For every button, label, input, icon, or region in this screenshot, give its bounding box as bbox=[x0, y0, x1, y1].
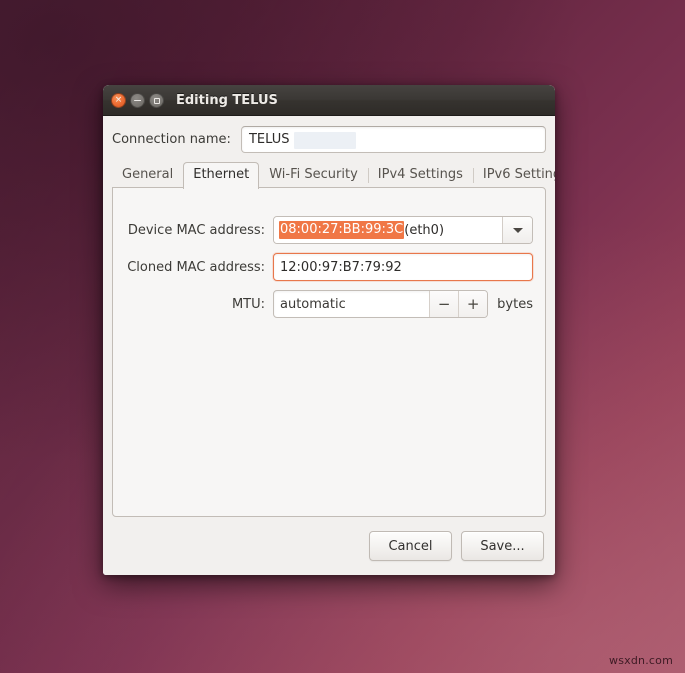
mtu-decrement-button[interactable]: − bbox=[429, 291, 459, 317]
tab-general[interactable]: General bbox=[112, 162, 183, 188]
tab-ipv4-settings-label: IPv4 Settings bbox=[377, 167, 463, 182]
tab-ipv6-settings-label: IPv6 Settings bbox=[482, 167, 555, 182]
mtu-unit-label: bytes bbox=[497, 296, 533, 312]
watermark-text: wsxdn.com bbox=[609, 654, 673, 667]
tab-ethernet-label: Ethernet bbox=[193, 167, 250, 182]
cancel-button[interactable]: Cancel bbox=[369, 531, 452, 561]
mtu-increment-button[interactable]: + bbox=[458, 291, 488, 317]
cloned-mac-label: Cloned MAC address: bbox=[127, 259, 265, 275]
mtu-spinner[interactable]: automatic − + bbox=[273, 290, 489, 318]
mtu-value[interactable]: automatic bbox=[274, 291, 429, 317]
dialog-action-area: Cancel Save... bbox=[112, 517, 546, 575]
maximize-glyph bbox=[154, 97, 160, 104]
editing-connection-dialog: × Editing TELUS Connection name: TELUS G… bbox=[103, 85, 555, 575]
tab-general-label: General bbox=[122, 167, 174, 182]
close-glyph: × bbox=[114, 94, 123, 105]
tab-ethernet[interactable]: Ethernet bbox=[183, 162, 260, 189]
save-button[interactable]: Save... bbox=[461, 531, 544, 561]
tab-wifi-security[interactable]: Wi-Fi Security bbox=[259, 162, 368, 188]
tab-wifi-security-label: Wi-Fi Security bbox=[269, 167, 358, 182]
cloned-mac-value: 12:00:97:B7:79:92 bbox=[280, 259, 402, 275]
window-title: Editing TELUS bbox=[176, 92, 278, 108]
maximize-icon[interactable] bbox=[149, 92, 164, 108]
cloned-mac-row: Cloned MAC address: 12:00:97:B7:79:92 bbox=[125, 253, 533, 281]
minimize-glyph bbox=[134, 99, 141, 101]
mtu-row: MTU: automatic − + bytes bbox=[125, 290, 533, 318]
text-selection-highlight bbox=[293, 132, 356, 149]
device-mac-combo-text[interactable]: 08:00:27:BB:99:3C (eth0) bbox=[274, 217, 502, 243]
ethernet-tab-panel: Device MAC address: 08:00:27:BB:99:3C (e… bbox=[112, 187, 546, 517]
tab-ipv6-settings[interactable]: IPv6 Settings bbox=[472, 162, 555, 188]
tab-strip: General Ethernet Wi-Fi Security IPv4 Set… bbox=[112, 161, 555, 189]
connection-name-input[interactable]: TELUS bbox=[240, 126, 546, 153]
device-mac-interface-suffix: (eth0) bbox=[404, 222, 445, 238]
caret-glyph bbox=[512, 227, 523, 233]
connection-name-value: TELUS bbox=[248, 132, 290, 147]
close-icon[interactable]: × bbox=[111, 92, 126, 108]
cloned-mac-input[interactable]: 12:00:97:B7:79:92 bbox=[273, 253, 533, 281]
connection-name-label: Connection name: bbox=[112, 132, 231, 147]
device-mac-row: Device MAC address: 08:00:27:BB:99:3C (e… bbox=[125, 216, 533, 244]
minimize-icon[interactable] bbox=[130, 92, 145, 108]
mtu-label: MTU: bbox=[231, 296, 265, 312]
dialog-body: Connection name: TELUS General Ethernet … bbox=[103, 116, 555, 575]
window-titlebar[interactable]: × Editing TELUS bbox=[103, 85, 555, 116]
device-mac-selected-value: 08:00:27:BB:99:3C bbox=[279, 221, 405, 239]
device-mac-combo[interactable]: 08:00:27:BB:99:3C (eth0) bbox=[273, 216, 533, 244]
connection-name-row: Connection name: TELUS bbox=[112, 126, 546, 153]
device-mac-label: Device MAC address: bbox=[127, 222, 265, 238]
tab-ipv4-settings[interactable]: IPv4 Settings bbox=[367, 162, 473, 188]
chevron-down-icon[interactable] bbox=[502, 217, 532, 243]
settings-notebook: General Ethernet Wi-Fi Security IPv4 Set… bbox=[112, 161, 555, 517]
